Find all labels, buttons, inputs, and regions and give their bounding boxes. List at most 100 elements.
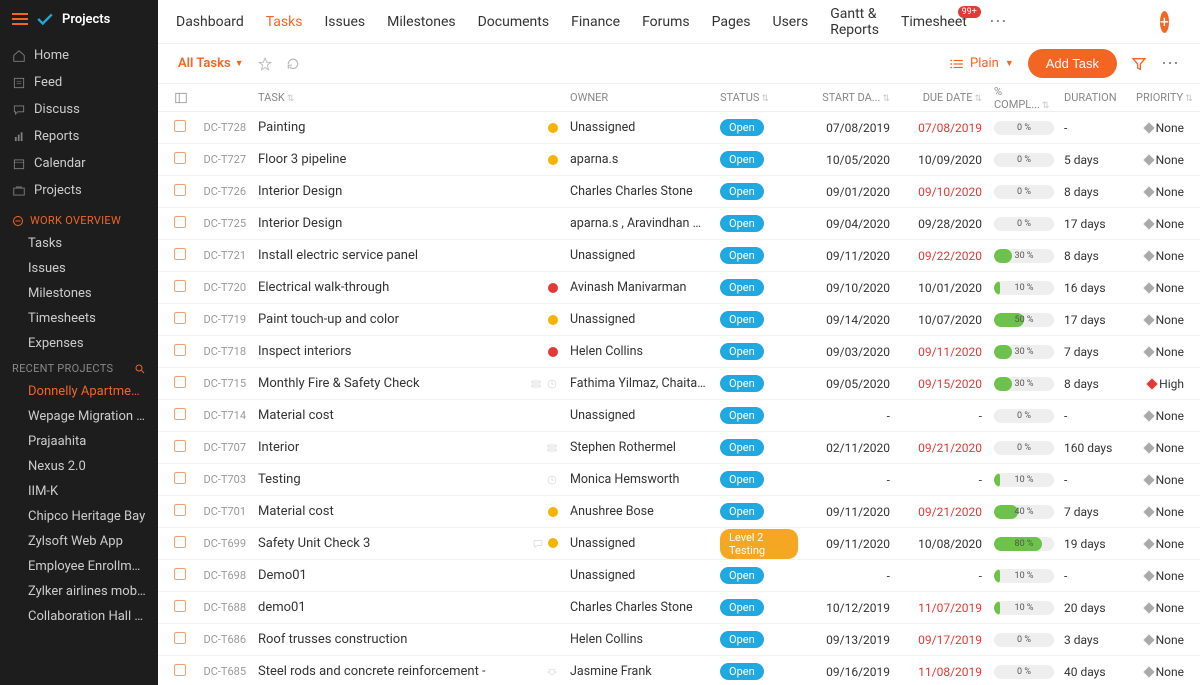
task-name[interactable]: Steel rods and concrete reinforcement -	[252, 664, 520, 679]
nav-finance[interactable]: Finance	[571, 14, 620, 30]
filter-icon[interactable]	[1131, 56, 1147, 72]
row-checkbox[interactable]	[174, 440, 186, 452]
search-icon[interactable]	[134, 363, 146, 375]
status-pill[interactable]: Open	[720, 119, 764, 136]
col-task[interactable]: TASK⇅	[252, 91, 520, 104]
task-row[interactable]: DC-T699 Safety Unit Check 3 Unassigned L…	[158, 528, 1200, 560]
sidebar-sub-expenses[interactable]: Expenses	[0, 331, 158, 356]
status-pill[interactable]: Open	[720, 279, 764, 296]
recent-project-item[interactable]: Nexus 2.0	[0, 454, 158, 479]
recent-project-item[interactable]: Collaboration Hall Cons	[0, 604, 158, 629]
row-checkbox[interactable]	[174, 152, 186, 164]
nav-forums[interactable]: Forums	[642, 14, 690, 30]
row-checkbox[interactable]	[174, 216, 186, 228]
task-row[interactable]: DC-T707 Interior Stephen Rothermel Open …	[158, 432, 1200, 464]
star-icon[interactable]	[258, 57, 272, 71]
nav-tasks[interactable]: Tasks	[266, 14, 303, 30]
recent-project-item[interactable]: Zylsoft Web App	[0, 529, 158, 554]
row-checkbox[interactable]	[174, 120, 186, 132]
status-pill[interactable]: Open	[720, 151, 764, 168]
task-name[interactable]: Painting	[252, 120, 520, 135]
task-name[interactable]: Safety Unit Check 3	[252, 536, 520, 551]
task-row[interactable]: DC-T686 Roof trusses construction Helen …	[158, 624, 1200, 656]
col-owner[interactable]: OWNER	[564, 91, 714, 104]
status-pill[interactable]: Open	[720, 407, 764, 424]
task-name[interactable]: Inspect interiors	[252, 344, 520, 359]
sidebar-sub-milestones[interactable]: Milestones	[0, 281, 158, 306]
status-pill[interactable]: Open	[720, 567, 764, 584]
status-pill[interactable]: Open	[720, 471, 764, 488]
row-checkbox[interactable]	[174, 248, 186, 260]
row-checkbox[interactable]	[174, 504, 186, 516]
task-name[interactable]: Testing	[252, 472, 520, 487]
row-checkbox[interactable]	[174, 312, 186, 324]
status-pill[interactable]: Open	[720, 439, 764, 456]
refresh-icon[interactable]	[286, 57, 300, 71]
work-overview-title[interactable]: WORK OVERVIEW	[0, 208, 158, 231]
all-tasks-filter[interactable]: All Tasks ▼	[178, 56, 244, 71]
row-checkbox[interactable]	[174, 344, 186, 356]
task-name[interactable]: Roof trusses construction	[252, 632, 520, 647]
row-checkbox[interactable]	[174, 376, 186, 388]
subbar-more-icon[interactable]: ⋯	[1161, 53, 1180, 74]
task-row[interactable]: DC-T719 Paint touch-up and color Unassig…	[158, 304, 1200, 336]
sidebar-item-projects[interactable]: Projects	[0, 177, 158, 204]
sidebar-sub-timesheets[interactable]: Timesheets	[0, 306, 158, 331]
status-pill[interactable]: Open	[720, 343, 764, 360]
nav-dashboard[interactable]: Dashboard	[176, 14, 244, 30]
task-name[interactable]: Interior Design	[252, 216, 520, 231]
add-task-button[interactable]: Add Task	[1028, 49, 1117, 78]
sidebar-item-calendar[interactable]: Calendar	[0, 150, 158, 177]
sidebar-item-discuss[interactable]: Discuss	[0, 96, 158, 123]
task-name[interactable]: Floor 3 pipeline	[252, 152, 520, 167]
sidebar-sub-tasks[interactable]: Tasks	[0, 231, 158, 256]
task-row[interactable]: DC-T714 Material cost Unassigned Open - …	[158, 400, 1200, 432]
row-checkbox[interactable]	[174, 408, 186, 420]
col-duration[interactable]: DURATION	[1058, 91, 1130, 104]
status-pill[interactable]: Open	[720, 183, 764, 200]
recent-project-item[interactable]: Donnelly Apartments C	[0, 379, 158, 404]
status-pill[interactable]: Open	[720, 375, 764, 392]
sidebar-sub-issues[interactable]: Issues	[0, 256, 158, 281]
nav-timesheet[interactable]: Timesheet99+	[901, 14, 967, 30]
row-checkbox[interactable]	[174, 536, 186, 548]
task-name[interactable]: Material cost	[252, 504, 520, 519]
nav-gantt-reports[interactable]: Gantt & Reports	[830, 6, 879, 38]
status-pill[interactable]: Open	[720, 503, 764, 520]
task-row[interactable]: DC-T721 Install electric service panel U…	[158, 240, 1200, 272]
status-pill[interactable]: Open	[720, 247, 764, 264]
task-row[interactable]: DC-T698 Demo01 Unassigned Open - - 10 % …	[158, 560, 1200, 592]
row-checkbox[interactable]	[174, 280, 186, 292]
recent-project-item[interactable]: Zylker airlines mobile ap	[0, 579, 158, 604]
task-row[interactable]: DC-T726 Interior Design Charles Charles …	[158, 176, 1200, 208]
nav-pages[interactable]: Pages	[712, 14, 751, 30]
task-name[interactable]: Interior	[252, 440, 520, 455]
nav-issues[interactable]: Issues	[324, 14, 365, 30]
task-name[interactable]: Electrical walk-through	[252, 280, 520, 295]
status-pill[interactable]: Level 2 Testing	[720, 529, 798, 559]
status-pill[interactable]: Open	[720, 215, 764, 232]
nav-more-icon[interactable]: ⋯	[989, 11, 1008, 32]
add-icon[interactable]: +	[1160, 11, 1169, 33]
task-row[interactable]: DC-T728 Painting Unassigned Open 07/08/2…	[158, 112, 1200, 144]
hamburger-icon[interactable]	[12, 13, 28, 25]
row-checkbox[interactable]	[174, 568, 186, 580]
recent-project-item[interactable]: Chipco Heritage Bay	[0, 504, 158, 529]
col-completion[interactable]: % COMPL...⇅	[988, 85, 1058, 111]
sidebar-item-feed[interactable]: Feed	[0, 69, 158, 96]
view-selector[interactable]: Plain ▼	[950, 56, 1014, 71]
task-row[interactable]: DC-T727 Floor 3 pipeline aparna.s Open 1…	[158, 144, 1200, 176]
sidebar-item-home[interactable]: Home	[0, 42, 158, 69]
col-priority[interactable]: PRIORITY⇅	[1130, 91, 1190, 104]
status-pill[interactable]: Open	[720, 663, 764, 680]
status-pill[interactable]: Open	[720, 631, 764, 648]
sidebar-item-reports[interactable]: Reports	[0, 123, 158, 150]
task-row[interactable]: DC-T725 Interior Design aparna.s , Aravi…	[158, 208, 1200, 240]
row-checkbox[interactable]	[174, 472, 186, 484]
col-status[interactable]: STATUS⇅	[714, 91, 804, 104]
recent-project-item[interactable]: Employee Enrollment	[0, 554, 158, 579]
task-name[interactable]: Install electric service panel	[252, 248, 520, 263]
recent-project-item[interactable]: Wepage Migration Pha	[0, 404, 158, 429]
row-checkbox[interactable]	[174, 600, 186, 612]
columns-icon[interactable]	[174, 91, 188, 105]
